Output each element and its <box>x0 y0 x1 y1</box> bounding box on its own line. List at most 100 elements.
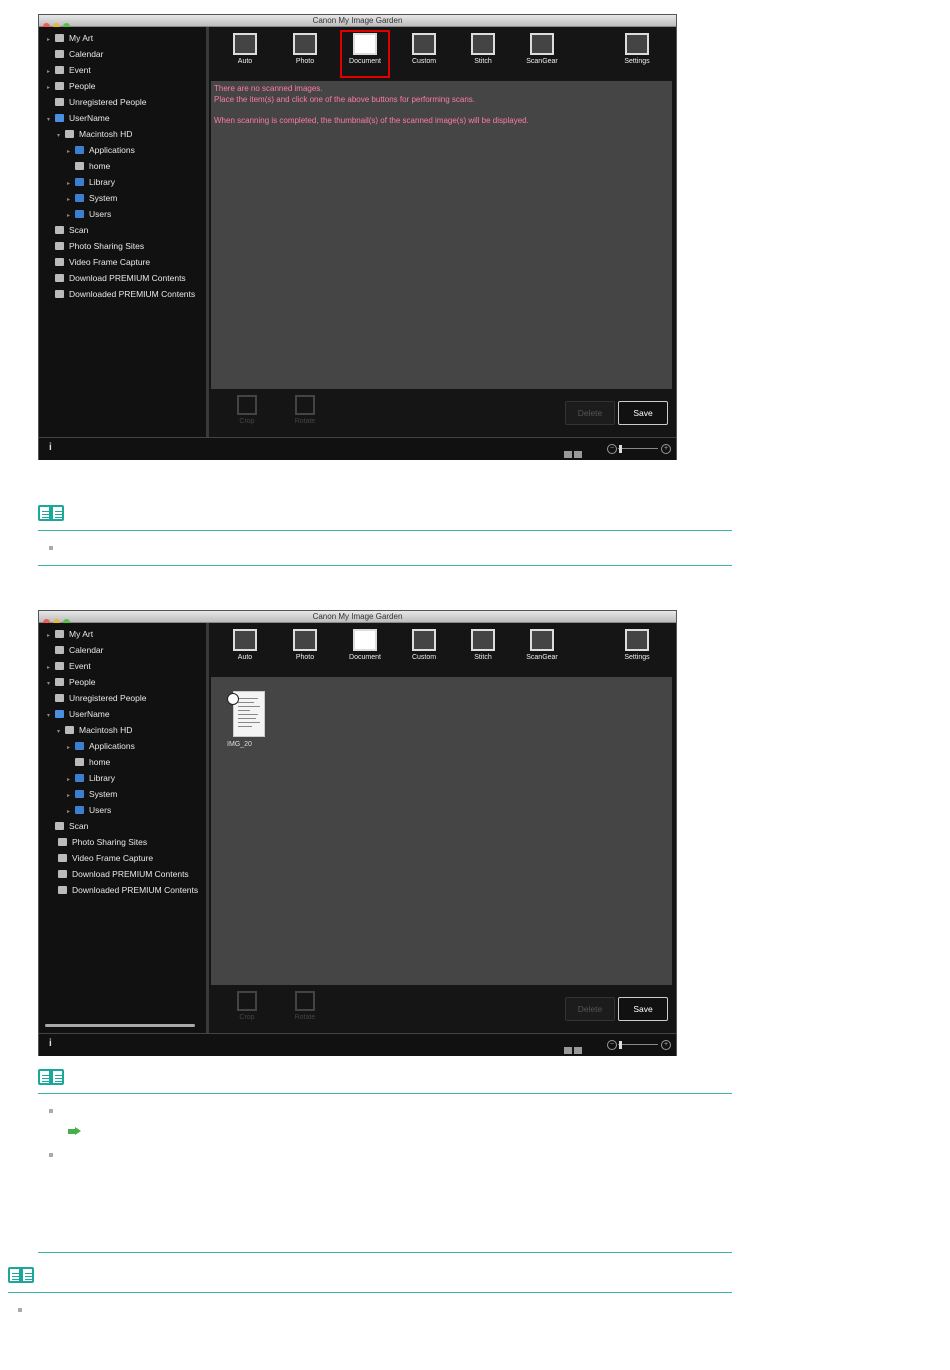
folder-icon <box>55 290 64 298</box>
sidebar-item-applications[interactable]: ▸ Applications <box>67 142 135 158</box>
delete-button[interactable]: Delete <box>565 401 615 425</box>
info-button[interactable]: i <box>49 1038 52 1049</box>
sidebar-item-library[interactable]: ▸ Library <box>67 174 115 190</box>
list-view-icon[interactable] <box>564 451 572 458</box>
sidebar-item-label: Photo Sharing Sites <box>69 241 145 251</box>
sidebar-item-system[interactable]: ▸ System <box>67 786 117 802</box>
sidebar-item-event[interactable]: ▸ Event <box>47 658 91 674</box>
custom-button[interactable]: Custom <box>400 31 448 77</box>
sidebar-item-video-frame-capture[interactable]: Video Frame Capture <box>47 254 150 270</box>
info-button[interactable]: i <box>49 442 52 453</box>
auto-button[interactable]: Auto <box>221 627 269 673</box>
rotate-label: Rotate <box>294 418 316 425</box>
sidebar-item-my-art[interactable]: ▸ My Art <box>47 626 93 642</box>
crop-button[interactable]: Crop <box>227 395 267 425</box>
delete-button[interactable]: Delete <box>565 997 615 1021</box>
photo-sharing-icon <box>55 242 64 250</box>
photo-button[interactable]: Photo <box>281 31 329 77</box>
stitch-button[interactable]: Stitch <box>459 627 507 673</box>
sidebar-item-people[interactable]: ▸ People <box>47 78 95 94</box>
sidebar-item-download-premium-contents[interactable]: Download PREMIUM Contents <box>50 866 189 882</box>
window-title: Canon My Image Garden <box>312 16 403 25</box>
photo-sharing-icon <box>58 838 67 846</box>
scanned-image-thumbnail[interactable]: IMG_20 <box>227 691 267 753</box>
zoom-slider[interactable]: − + <box>607 1040 671 1050</box>
zoom-slider[interactable]: − + <box>607 444 671 454</box>
sidebar-item-scan[interactable]: Scan <box>47 222 88 238</box>
sidebar: ▸ My Art Calendar ▸ Event ▸ People Unregist… <box>39 27 209 437</box>
auto-button[interactable]: Auto <box>221 31 269 77</box>
note-book-icon <box>38 1067 66 1087</box>
stitch-button[interactable]: Stitch <box>459 31 507 77</box>
status-bar: i − + <box>39 1033 676 1056</box>
photo-label: Photo <box>295 654 315 661</box>
sidebar-item-my-art[interactable]: ▸ My Art <box>47 30 93 46</box>
sidebar-item-calendar[interactable]: Calendar <box>47 642 104 658</box>
sidebar-item-macintosh-hd[interactable]: ▾ Macintosh HD <box>57 126 132 142</box>
slider-knob[interactable] <box>619 1041 622 1049</box>
sidebar-item-photo-sharing-sites[interactable]: Photo Sharing Sites <box>50 834 147 850</box>
sidebar-item-photo-sharing-sites[interactable]: Photo Sharing Sites <box>47 238 144 254</box>
save-button[interactable]: Save <box>618 997 668 1021</box>
zoom-in-icon[interactable]: + <box>661 1040 671 1050</box>
document-button[interactable]: Document <box>341 627 389 673</box>
scangear-button[interactable]: ScanGear <box>518 627 566 673</box>
sidebar-item-users[interactable]: ▸ Users <box>67 206 111 222</box>
zoom-in-icon[interactable]: + <box>661 444 671 454</box>
sidebar-item-applications[interactable]: ▸ Applications <box>67 738 135 754</box>
computer-icon <box>55 710 64 718</box>
sidebar-item-scan[interactable]: Scan <box>47 818 88 834</box>
folder-icon <box>75 194 84 202</box>
sidebar-item-users[interactable]: ▸ Users <box>67 802 111 818</box>
no-images-message: There are no scanned images. <box>214 84 323 93</box>
settings-button[interactable]: Settings <box>613 31 661 77</box>
sidebar-item-event[interactable]: ▸ Event <box>47 62 91 78</box>
home-icon <box>75 758 84 766</box>
zoom-out-icon[interactable]: − <box>607 1040 617 1050</box>
list-view-icon[interactable] <box>564 1047 572 1054</box>
sidebar-item-home[interactable]: home <box>67 158 110 174</box>
settings-button[interactable]: Settings <box>613 627 661 673</box>
disclosure-arrow-icon[interactable]: ▾ <box>47 708 55 724</box>
sidebar-item-video-frame-capture[interactable]: Video Frame Capture <box>50 850 153 866</box>
disclosure-arrow-icon[interactable]: ▾ <box>57 724 65 740</box>
scangear-button[interactable]: ScanGear <box>518 31 566 77</box>
sidebar-horizontal-scrollbar[interactable] <box>45 1024 195 1027</box>
sidebar-item-label: Calendar <box>69 49 104 59</box>
sidebar-item-downloaded-premium-contents[interactable]: Downloaded PREMIUM Contents <box>50 882 198 898</box>
sidebar-item-username[interactable]: ▾ UserName <box>47 706 110 722</box>
zoom-out-icon[interactable]: − <box>607 444 617 454</box>
sidebar-item-label: Macintosh HD <box>79 725 133 735</box>
sidebar-item-unregistered-people[interactable]: Unregistered People <box>47 94 147 110</box>
sidebar-item-label: UserName <box>69 113 110 123</box>
custom-button[interactable]: Custom <box>400 627 448 673</box>
stitch-icon <box>471 629 495 651</box>
sidebar-item-macintosh-hd[interactable]: ▾ Macintosh HD <box>57 722 132 738</box>
stitch-label: Stitch <box>474 58 492 65</box>
app-window-before-scan: Canon My Image Garden ▸ My Art Calendar ▸… <box>38 14 677 460</box>
sidebar-item-label: home <box>89 757 111 767</box>
main-panel: Auto Photo Document Custom Stitch ScanGe… <box>209 27 676 437</box>
sidebar-item-home[interactable]: home <box>67 754 110 770</box>
sidebar-item-unregistered-people[interactable]: Unregistered People <box>47 690 147 706</box>
sidebar-item-system[interactable]: ▸ System <box>67 190 117 206</box>
rotate-button[interactable]: Rotate <box>285 991 325 1021</box>
sidebar-item-download-premium-contents[interactable]: Download PREMIUM Contents <box>47 270 186 286</box>
crop-button[interactable]: Crop <box>227 991 267 1021</box>
sidebar-item-library[interactable]: ▸ Library <box>67 770 115 786</box>
sidebar-item-downloaded-premium-contents[interactable]: Downloaded PREMIUM Contents <box>47 286 195 302</box>
rotate-button[interactable]: Rotate <box>285 395 325 425</box>
thumbnail-view-icon[interactable] <box>574 451 582 458</box>
photo-button[interactable]: Photo <box>281 627 329 673</box>
disclosure-arrow-icon[interactable]: ▾ <box>57 128 65 144</box>
save-button[interactable]: Save <box>618 401 668 425</box>
slider-knob[interactable] <box>619 445 622 453</box>
sidebar-item-calendar[interactable]: Calendar <box>47 46 104 62</box>
document-button[interactable]: Document <box>340 30 390 78</box>
thumbnail-view-icon[interactable] <box>574 1047 582 1054</box>
film-icon <box>58 854 67 862</box>
disclosure-arrow-icon[interactable]: ▾ <box>47 112 55 128</box>
link-arrow-icon[interactable] <box>68 1127 81 1135</box>
sidebar-item-people[interactable]: ▾ People <box>47 674 95 690</box>
sidebar-item-username[interactable]: ▾ UserName <box>47 110 110 126</box>
